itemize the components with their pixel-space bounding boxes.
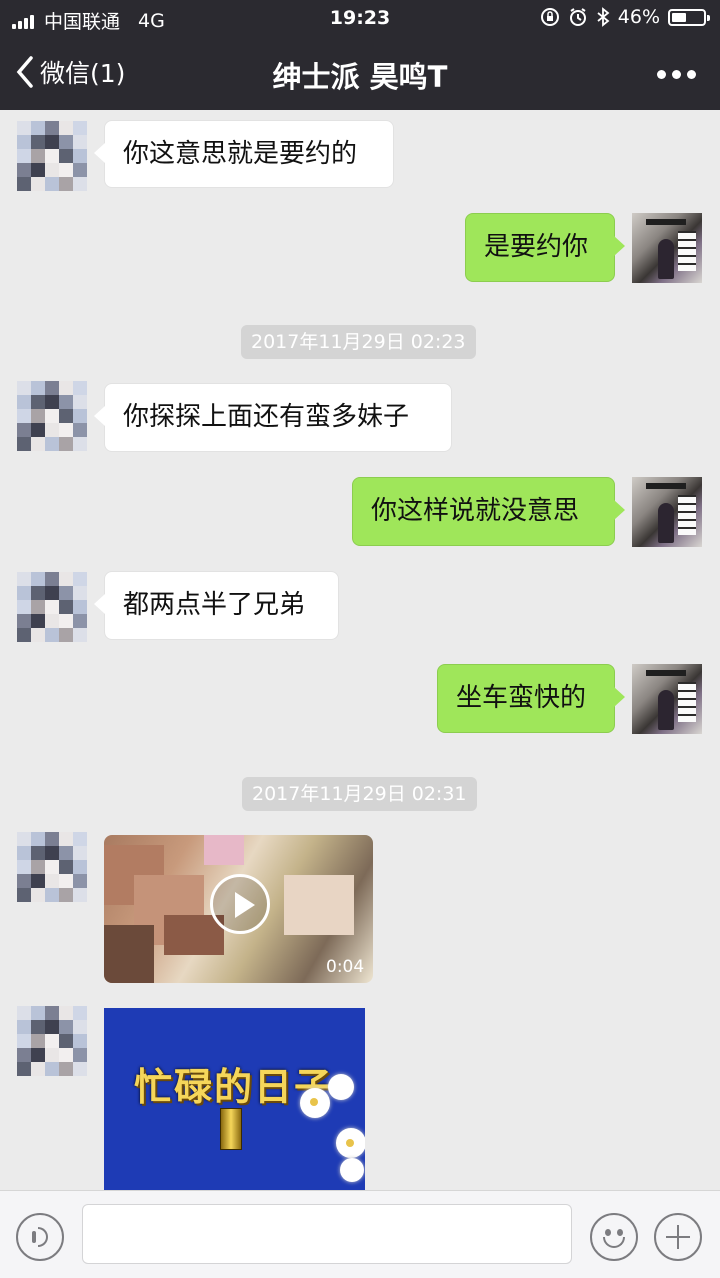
more-dot-icon [672, 70, 681, 79]
battery-percent: 46% [617, 6, 660, 28]
contact-avatar[interactable] [17, 381, 87, 451]
more-dot-icon [657, 70, 666, 79]
timestamp: 2017年11月29日 02:31 [242, 777, 477, 811]
input-bar [0, 1190, 720, 1278]
top-bar: 中国联通 4G 19:23 46% 微信(1) 绅士派 昊鸣T [0, 0, 720, 110]
contact-avatar[interactable] [17, 121, 87, 191]
blossom-icon [328, 1074, 354, 1100]
voice-wave-icon [38, 1227, 48, 1247]
alarm-icon [569, 8, 586, 26]
chat-title: 绅士派 昊鸣T [272, 60, 448, 94]
blossom-icon [340, 1158, 364, 1182]
more-dot-icon [687, 70, 696, 79]
voice-button[interactable] [16, 1213, 64, 1261]
message-bubble-in[interactable]: 你这意思就是要约的 [94, 120, 394, 188]
status-bar: 中国联通 4G 19:23 46% [0, 0, 720, 36]
more-button[interactable] [657, 70, 696, 79]
status-right: 46% [540, 6, 710, 28]
contact-avatar[interactable] [17, 1006, 87, 1076]
message-bubble-out[interactable]: 是要约你 [465, 213, 625, 282]
image-message[interactable]: 忙碌的日子 [104, 1008, 365, 1190]
emoji-eye-icon [605, 1229, 611, 1236]
message-bubble-in[interactable]: 都两点半了兄弟 [94, 571, 339, 640]
message-bubble-out[interactable]: 你这样说就没意思 [352, 477, 625, 546]
add-button[interactable] [654, 1213, 702, 1261]
my-avatar[interactable] [632, 213, 702, 283]
nav-bar: 微信(1) 绅士派 昊鸣T [0, 38, 720, 108]
message-input[interactable] [82, 1204, 572, 1264]
contact-avatar[interactable] [17, 832, 87, 902]
emoji-eye-icon [617, 1229, 623, 1236]
video-duration: 0:04 [326, 957, 365, 977]
blossom-center-icon [346, 1139, 354, 1147]
message-bubble-in[interactable]: 你探探上面还有蛮多妹子 [94, 383, 452, 452]
battery-icon [668, 8, 710, 26]
play-icon[interactable] [210, 874, 270, 934]
message-bubble-out[interactable]: 坐车蛮快的 [437, 664, 625, 733]
contact-avatar[interactable] [17, 572, 87, 642]
timestamp: 2017年11月29日 02:23 [241, 325, 476, 359]
voice-icon [32, 1231, 36, 1243]
bluetooth-icon [597, 7, 610, 27]
emoji-mouth-icon [603, 1237, 625, 1248]
emoji-button[interactable] [590, 1213, 638, 1261]
my-avatar[interactable] [632, 664, 702, 734]
rotation-lock-icon [540, 8, 559, 26]
blossom-center-icon [310, 1098, 318, 1106]
lantern-icon [220, 1108, 242, 1150]
my-avatar[interactable] [632, 477, 702, 547]
